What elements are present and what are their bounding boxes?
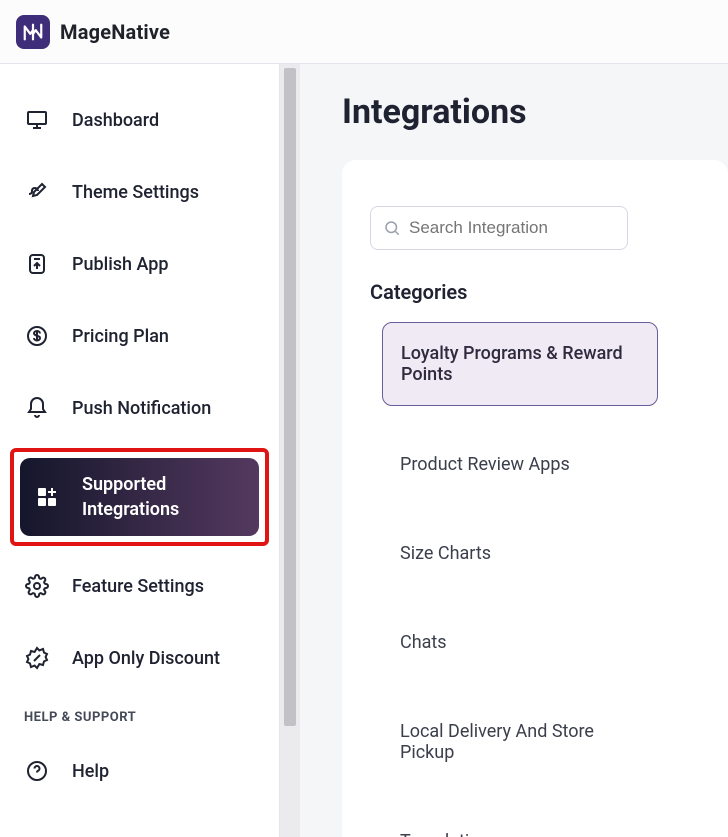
sidebar-item-label: App Only Discount: [72, 648, 220, 669]
sidebar-item-pricing-plan[interactable]: Pricing Plan: [10, 300, 269, 372]
sidebar-item-label: Help: [72, 761, 109, 782]
sidebar-item-label: Feature Settings: [72, 576, 204, 597]
sidebar-item-label: Supported Integrations: [82, 472, 222, 522]
integrations-icon: [34, 484, 60, 510]
category-label: Size Charts: [400, 543, 491, 564]
category-label: Chats: [400, 632, 447, 653]
sidebar-item-highlight: Supported Integrations: [10, 448, 269, 546]
category-label: Product Review Apps: [400, 454, 570, 475]
category-label: Local Delivery And Store Pickup: [400, 721, 594, 763]
category-size-charts[interactable]: Size Charts: [382, 523, 658, 584]
categories-heading: Categories: [370, 280, 700, 304]
sidebar-scrollbar[interactable]: [280, 64, 300, 837]
sidebar-item-theme-settings[interactable]: Theme Settings: [10, 156, 269, 228]
categories-list: Loyalty Programs & Reward Points Product…: [370, 322, 700, 837]
sidebar-item-dashboard[interactable]: Dashboard: [10, 84, 269, 156]
sidebar-item-label: Dashboard: [72, 110, 159, 131]
page-title: Integrations: [300, 92, 728, 160]
search-input-wrap[interactable]: [370, 206, 628, 250]
category-loyalty-rewards[interactable]: Loyalty Programs & Reward Points: [382, 322, 658, 406]
category-local-delivery[interactable]: Local Delivery And Store Pickup: [382, 701, 658, 783]
sidebar-item-feature-settings[interactable]: Feature Settings: [10, 550, 269, 622]
sidebar: Dashboard Theme Settings Publish App: [0, 64, 280, 837]
brand-logo-text: MageNative: [60, 20, 170, 44]
category-label: Loyalty Programs & Reward Points: [401, 343, 623, 385]
search-input[interactable]: [409, 218, 615, 238]
category-product-reviews[interactable]: Product Review Apps: [382, 434, 658, 495]
sidebar-item-app-only-discount[interactable]: App Only Discount: [10, 622, 269, 694]
sidebar-item-label: Theme Settings: [72, 182, 199, 203]
topbar: MageNative: [0, 0, 728, 64]
brand-logo[interactable]: MageNative: [16, 15, 170, 49]
sidebar-item-label: Publish App: [72, 254, 169, 275]
category-chats[interactable]: Chats: [382, 612, 658, 673]
discount-icon: [24, 645, 50, 671]
dashboard-icon: [24, 107, 50, 133]
scrollbar-thumb[interactable]: [284, 68, 296, 726]
help-section-title: HELP & SUPPORT: [0, 694, 279, 735]
dollar-icon: [24, 323, 50, 349]
sidebar-item-publish-app[interactable]: Publish App: [10, 228, 269, 300]
sidebar-item-label: Pricing Plan: [72, 326, 169, 347]
bell-icon: [24, 395, 50, 421]
content-card: Categories Loyalty Programs & Reward Poi…: [342, 160, 728, 837]
help-icon: [24, 758, 50, 784]
publish-icon: [24, 251, 50, 277]
brand-logo-icon: [16, 15, 50, 49]
sidebar-item-label: Push Notification: [72, 398, 211, 419]
sidebar-item-supported-integrations[interactable]: Supported Integrations: [20, 458, 259, 536]
main: Integrations Categories Loyalty Programs…: [300, 64, 728, 837]
search-icon: [383, 219, 401, 237]
category-label: Translations: [400, 831, 499, 837]
sidebar-item-push-notification[interactable]: Push Notification: [10, 372, 269, 444]
palette-icon: [24, 179, 50, 205]
gear-icon: [24, 573, 50, 599]
sidebar-item-help[interactable]: Help: [10, 735, 269, 807]
category-translations[interactable]: Translations: [382, 811, 658, 837]
